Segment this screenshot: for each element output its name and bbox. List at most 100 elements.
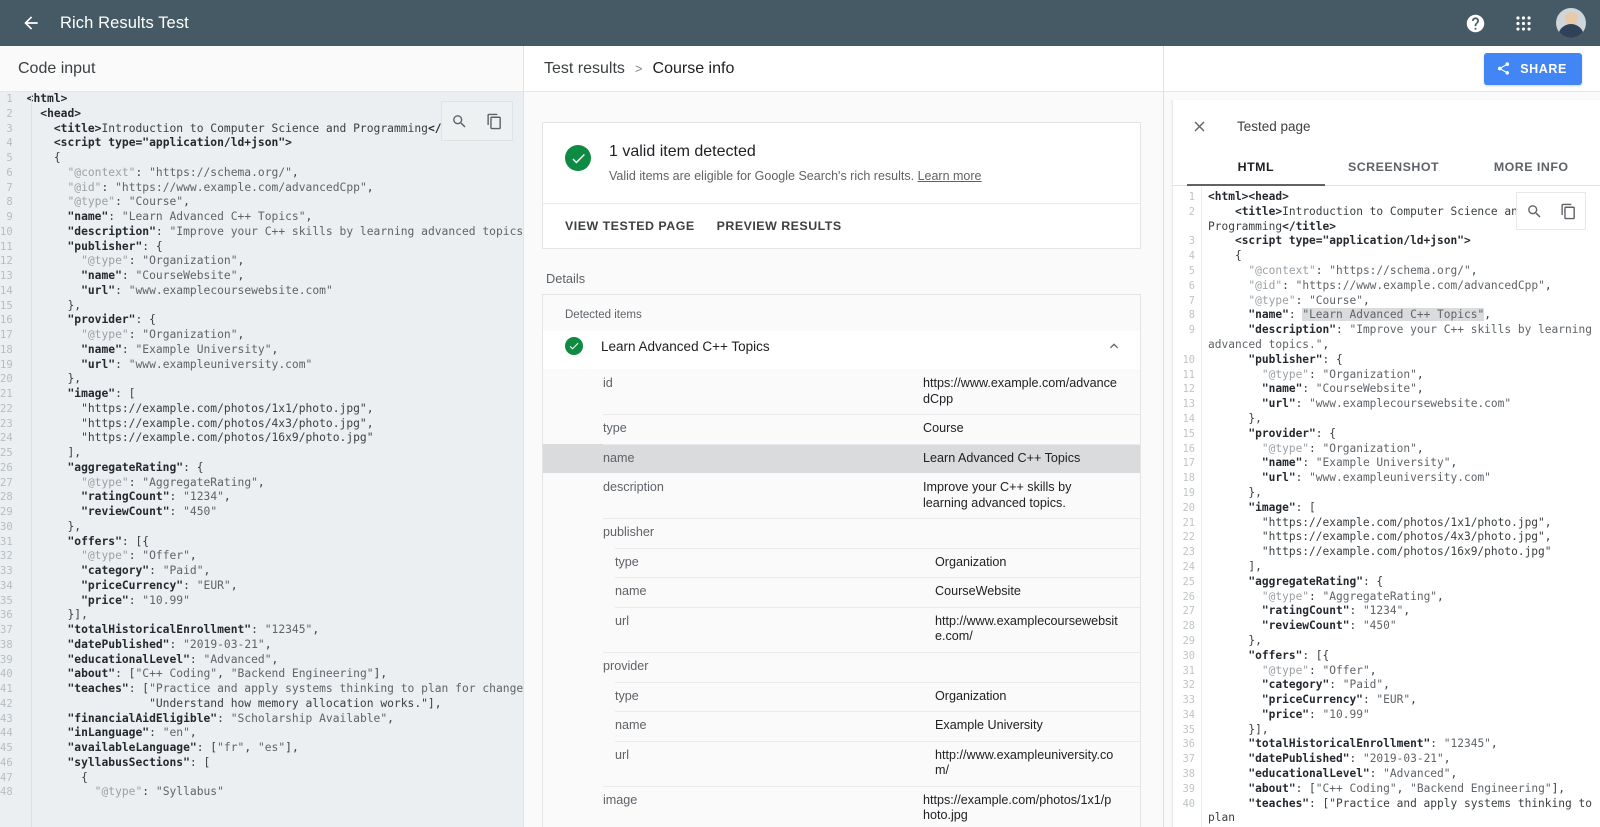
code-line-text: "url": "www.examplecoursewebsite.com" — [1201, 397, 1600, 412]
code-line-text: "teaches": ["Practice and apply systems … — [19, 682, 523, 697]
code-line-text: "https://example.com/photos/4x3/photo.jp… — [1201, 530, 1600, 545]
property-row: idhttps://www.example.com/advancedCpp — [543, 369, 1140, 414]
property-key: description — [603, 473, 923, 503]
property-row: typeCourse — [543, 414, 1140, 444]
code-line: 32 "category": "Paid", — [1173, 678, 1600, 693]
line-number: 17 — [1173, 456, 1201, 471]
property-value: CourseWebsite — [935, 577, 1140, 607]
tab-html[interactable]: HTML — [1187, 150, 1325, 185]
view-tested-page-button[interactable]: VIEW TESTED PAGE — [565, 217, 695, 235]
code-line: 33 "priceCurrency": "EUR", — [1173, 693, 1600, 708]
property-row: nameExample University — [543, 711, 1140, 741]
code-line: 23 "https://example.com/photos/4x3/photo… — [0, 417, 523, 432]
share-button[interactable]: SHARE — [1484, 53, 1582, 85]
detected-items-label: Detected items — [543, 295, 1140, 331]
line-number: 27 — [1173, 604, 1201, 619]
detected-item-header[interactable]: Learn Advanced C++ Topics — [543, 331, 1140, 369]
line-number: 45 — [0, 741, 19, 756]
code-line: 38 "datePublished": "2019-03-21", — [0, 638, 523, 653]
code-line: 6 "@id": "https://www.example.com/advanc… — [1173, 279, 1600, 294]
code-line: 22 "https://example.com/photos/4x3/photo… — [1173, 530, 1600, 545]
property-key: provider — [603, 652, 923, 682]
validation-card-actions: VIEW TESTED PAGE PREVIEW RESULTS — [543, 203, 1140, 248]
line-number: 6 — [0, 166, 19, 181]
help-button[interactable] — [1458, 6, 1492, 40]
apps-grid-icon — [1514, 14, 1533, 33]
tab-more-info[interactable]: MORE INFO — [1462, 150, 1600, 185]
line-number: 40 — [0, 667, 19, 682]
tested-page-html-viewer[interactable]: 1<html><head>2 <title>Introduction to Co… — [1173, 186, 1600, 827]
code-line: 37 "datePublished": "2019-03-21", — [1173, 752, 1600, 767]
code-line: 20 }, — [0, 372, 523, 387]
search-icon[interactable] — [451, 113, 468, 130]
app-title: Rich Results Test — [60, 14, 189, 33]
user-avatar[interactable] — [1556, 8, 1586, 38]
code-line: 30 }, — [0, 520, 523, 535]
property-value: http://www.exampleuniversity.com/ — [935, 741, 1140, 786]
code-line: 12 "name": "CourseWebsite", — [1173, 382, 1600, 397]
line-number: 44 — [0, 726, 19, 741]
line-number: 38 — [0, 638, 19, 653]
line-number: 39 — [1173, 782, 1201, 797]
code-line: 21 "image": [ — [0, 387, 523, 402]
line-number: 16 — [1173, 442, 1201, 457]
property-key: url — [615, 741, 935, 771]
property-key: publisher — [603, 518, 923, 548]
tested-page-code-lines: 1<html><head>2 <title>Introduction to Co… — [1173, 190, 1600, 826]
line-number: 35 — [0, 594, 19, 609]
code-line-text: "ratingCount": "1234", — [19, 490, 523, 505]
line-number: 25 — [0, 446, 19, 461]
code-line: 21 "https://example.com/photos/1x1/photo… — [1173, 516, 1600, 531]
code-line: 7 "@type": "Course", — [1173, 294, 1600, 309]
code-line-text: "educationalLevel": "Advanced", — [1201, 767, 1600, 782]
line-number: 2 — [0, 107, 19, 122]
chevron-up-icon[interactable] — [1106, 338, 1122, 354]
valid-items-subtitle-text: Valid items are eligible for Google Sear… — [609, 169, 914, 183]
code-line: 4 { — [1173, 249, 1600, 264]
main-columns: Code input 1<html>2 <head>3 <title>Intro… — [0, 46, 1600, 827]
property-row: urlhttp://www.examplecoursewebsite.com/ — [543, 607, 1140, 652]
apps-button[interactable] — [1506, 6, 1540, 40]
code-line: 24 ], — [1173, 560, 1600, 575]
property-value — [923, 652, 1140, 666]
code-line: 19 "url": "www.exampleuniversity.com" — [0, 358, 523, 373]
validation-text-block: 1 valid item detected Valid items are el… — [609, 143, 982, 185]
arrow-back-icon — [21, 13, 41, 33]
breadcrumb-parent[interactable]: Test results — [544, 60, 625, 78]
line-number: 15 — [0, 299, 19, 314]
code-input-editor[interactable]: 1<html>2 <head>3 <title>Introduction to … — [0, 92, 523, 827]
line-number: 21 — [0, 387, 19, 402]
line-number: 12 — [0, 254, 19, 269]
line-number: 40 — [1173, 797, 1201, 827]
code-input-tools — [441, 101, 513, 141]
code-line: 29 "reviewCount": "450" — [0, 505, 523, 520]
property-value: Organization — [935, 682, 1140, 712]
code-line: 13 "name": "CourseWebsite", — [0, 269, 523, 284]
property-key: url — [615, 607, 935, 637]
back-button[interactable] — [14, 6, 48, 40]
copy-icon[interactable] — [1560, 203, 1577, 220]
code-line-text: "name": "Learn Advanced C++ Topics", — [1201, 308, 1600, 323]
line-number: 22 — [1173, 530, 1201, 545]
code-line-text: }, — [19, 520, 523, 535]
search-icon[interactable] — [1526, 203, 1543, 220]
code-line-text: "@type": "Organization", — [19, 254, 523, 269]
code-line-text: "name": "Example University", — [1201, 456, 1600, 471]
valid-items-title: 1 valid item detected — [609, 143, 982, 161]
code-line: 47 { — [0, 771, 523, 786]
property-row: typeOrganization — [543, 548, 1140, 578]
copy-icon[interactable] — [486, 113, 503, 130]
line-number: 30 — [0, 520, 19, 535]
tab-screenshot[interactable]: SCREENSHOT — [1325, 150, 1463, 185]
code-line: 34 "price": "10.99" — [1173, 708, 1600, 723]
close-button[interactable] — [1187, 114, 1211, 138]
preview-results-button[interactable]: PREVIEW RESULTS — [717, 217, 842, 235]
breadcrumb-separator: > — [635, 61, 643, 76]
line-number: 33 — [1173, 693, 1201, 708]
code-line-text: "inLanguage": "en", — [19, 726, 523, 741]
code-line: 7 "@id": "https://www.example.com/advanc… — [0, 181, 523, 196]
learn-more-link[interactable]: Learn more — [918, 169, 982, 183]
code-line: 10 "publisher": { — [1173, 353, 1600, 368]
line-number: 24 — [0, 431, 19, 446]
code-line-text: "image": [ — [19, 387, 523, 402]
